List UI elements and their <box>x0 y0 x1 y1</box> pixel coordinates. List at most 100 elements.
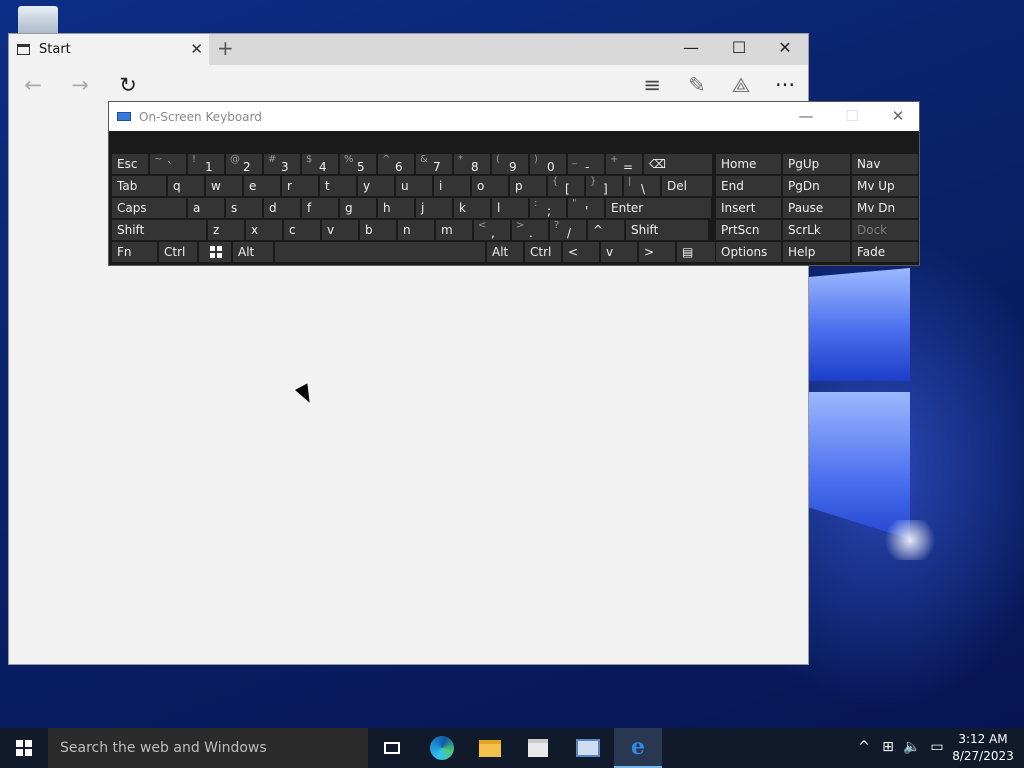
key-slash[interactable]: ? / <box>549 219 587 241</box>
key-alt-right[interactable]: Alt <box>486 241 524 263</box>
key-caps[interactable]: Caps <box>111 197 187 219</box>
key-shift-right[interactable]: Shift <box>625 219 709 241</box>
key-enter[interactable]: Enter <box>605 197 712 219</box>
key-down-arrow[interactable]: v <box>600 241 638 263</box>
tab-close-icon[interactable]: ✕ <box>190 40 203 58</box>
key-pause[interactable]: Pause <box>782 197 851 219</box>
close-button[interactable]: ✕ <box>770 38 800 57</box>
key-0[interactable]: ) 0 <box>529 153 567 175</box>
key-8[interactable]: * 8 <box>453 153 491 175</box>
key-k[interactable]: k <box>453 197 491 219</box>
key-pgup[interactable]: PgUp <box>782 153 851 175</box>
key-options[interactable]: Options <box>715 241 782 263</box>
share-icon[interactable]: ⟁ <box>726 74 756 96</box>
key-nav[interactable]: Nav <box>851 153 919 175</box>
more-icon[interactable]: ··· <box>770 74 800 96</box>
key-semicolon[interactable]: :; <box>529 197 567 219</box>
key-n[interactable]: n <box>397 219 435 241</box>
key-o[interactable]: o <box>471 175 509 197</box>
key-insert[interactable]: Insert <box>715 197 782 219</box>
tab-start[interactable]: Start ✕ <box>9 34 209 65</box>
store-button[interactable] <box>514 728 562 768</box>
key-prtscn[interactable]: PrtScn <box>715 219 782 241</box>
key-backslash[interactable]: | \ <box>623 175 661 197</box>
key-ctrl-right[interactable]: Ctrl <box>524 241 562 263</box>
key-mv-dn[interactable]: Mv Dn <box>851 197 919 219</box>
key-d[interactable]: d <box>263 197 301 219</box>
start-button[interactable] <box>0 728 48 768</box>
key-c[interactable]: c <box>283 219 321 241</box>
key-space[interactable] <box>274 241 486 263</box>
key-b[interactable]: b <box>359 219 397 241</box>
volume-icon[interactable]: 🔈 <box>901 739 923 755</box>
osk-minimize-button[interactable]: — <box>791 107 821 125</box>
task-view-button[interactable] <box>368 728 416 768</box>
search-input[interactable]: Search the web and Windows <box>48 728 368 768</box>
key-fade[interactable]: Fade <box>851 241 919 263</box>
key-u[interactable]: u <box>395 175 433 197</box>
key-i[interactable]: i <box>433 175 471 197</box>
key-x[interactable]: x <box>245 219 283 241</box>
key-tab[interactable]: Tab <box>111 175 167 197</box>
key-w[interactable]: w <box>205 175 243 197</box>
key-scrlk[interactable]: ScrLk <box>782 219 851 241</box>
new-tab-button[interactable]: + <box>217 36 234 60</box>
key-g[interactable]: g <box>339 197 377 219</box>
key-1[interactable]: ! 1 <box>187 153 225 175</box>
key-m[interactable]: m <box>435 219 473 241</box>
key-left-arrow[interactable]: < <box>562 241 600 263</box>
key-shift-left[interactable]: Shift <box>111 219 207 241</box>
key-2[interactable]: @2 <box>225 153 263 175</box>
web-note-icon[interactable]: ✎ <box>682 74 712 96</box>
key-home[interactable]: Home <box>715 153 782 175</box>
edge-chromium-button[interactable] <box>418 728 466 768</box>
edge-legacy-button[interactable]: e <box>614 728 662 768</box>
key-q[interactable]: q <box>167 175 205 197</box>
key-ctrl-left[interactable]: Ctrl <box>158 241 198 263</box>
key-equals[interactable]: + = <box>605 153 643 175</box>
key-alt-left[interactable]: Alt <box>232 241 274 263</box>
key-z[interactable]: z <box>207 219 245 241</box>
key-4[interactable]: $4 <box>301 153 339 175</box>
key-s[interactable]: s <box>225 197 263 219</box>
key-esc[interactable]: Esc <box>111 153 149 175</box>
key-j[interactable]: j <box>415 197 453 219</box>
osk-maximize-button[interactable]: ☐ <box>837 107 867 125</box>
key-7[interactable]: & 7 <box>415 153 453 175</box>
key-close-bracket[interactable]: }] <box>585 175 623 197</box>
key-5[interactable]: % 5 <box>339 153 377 175</box>
key-backtick[interactable]: ~ ` <box>149 153 187 175</box>
key-l[interactable]: l <box>491 197 529 219</box>
key-v[interactable]: v <box>321 219 359 241</box>
key-t[interactable]: t <box>319 175 357 197</box>
key-r[interactable]: r <box>281 175 319 197</box>
recycle-bin-icon[interactable] <box>18 6 58 34</box>
notifications-icon[interactable]: ▭ <box>926 739 948 755</box>
back-icon[interactable]: ← <box>18 74 48 96</box>
show-hidden-icons-chevron-icon[interactable]: ^ <box>853 739 875 755</box>
key-windows[interactable] <box>198 241 232 263</box>
key-h[interactable]: h <box>377 197 415 219</box>
file-explorer-button[interactable] <box>466 728 514 768</box>
key-backspace[interactable]: ⌫ <box>643 153 713 175</box>
key-3[interactable]: #3 <box>263 153 301 175</box>
key-end[interactable]: End <box>715 175 782 197</box>
key-up-arrow[interactable]: ^ <box>587 219 625 241</box>
key-help[interactable]: Help <box>782 241 851 263</box>
key-right-arrow[interactable]: > <box>638 241 676 263</box>
key-e[interactable]: e <box>243 175 281 197</box>
key-open-bracket[interactable]: {[ <box>547 175 585 197</box>
key-f[interactable]: f <box>301 197 339 219</box>
maximize-button[interactable]: ☐ <box>724 38 754 57</box>
key-6[interactable]: ^ 6 <box>377 153 415 175</box>
remote-desktop-button[interactable] <box>564 728 612 768</box>
refresh-icon[interactable]: ↻ <box>113 74 143 96</box>
osk-titlebar[interactable]: On-Screen Keyboard — ☐ ✕ <box>109 102 919 131</box>
forward-icon[interactable]: → <box>65 74 95 96</box>
key-minus[interactable]: _ - <box>567 153 605 175</box>
key-a[interactable]: a <box>187 197 225 219</box>
osk-close-button[interactable]: ✕ <box>883 107 913 125</box>
key-fn[interactable]: Fn <box>111 241 158 263</box>
key-pgdn[interactable]: PgDn <box>782 175 851 197</box>
key-del[interactable]: Del <box>661 175 713 197</box>
